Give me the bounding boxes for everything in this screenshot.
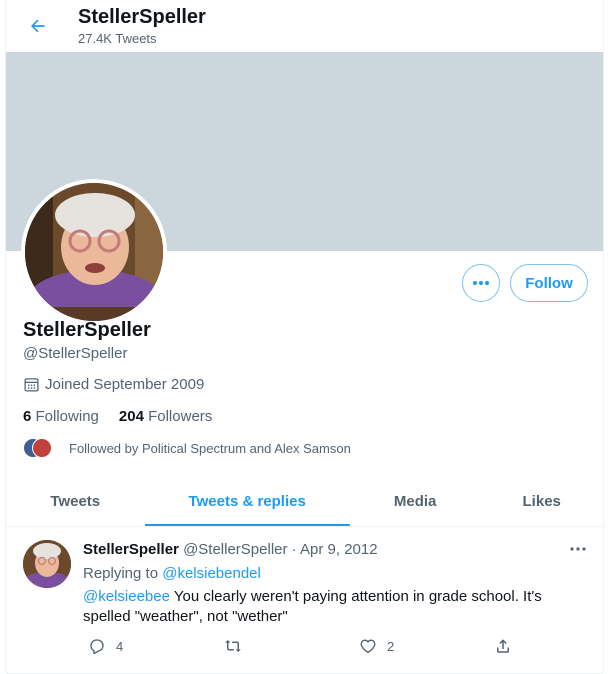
joined-text: Joined September 2009	[45, 376, 205, 393]
following-link[interactable]: 6 Following	[23, 408, 99, 425]
tweet[interactable]: StellerSpeller @StellerSpeller · Apr 9, …	[6, 527, 603, 674]
joined-date: Joined September 2009	[23, 376, 204, 393]
more-icon	[473, 281, 489, 285]
tweet-actions: 4 2	[83, 637, 533, 659]
following-label: Following	[35, 408, 99, 425]
tweet-text: @kelsieebee You clearly weren't paying a…	[83, 587, 583, 627]
like-button[interactable]: 2	[359, 637, 394, 655]
replying-to-link[interactable]: @kelsiebendel	[162, 565, 261, 582]
share-icon	[497, 639, 509, 653]
followers-count: 204	[118, 408, 144, 425]
tab-media[interactable]: Media	[350, 476, 481, 526]
calendar-icon	[24, 378, 39, 392]
back-button[interactable]	[22, 10, 54, 42]
replying-prefix: Replying to	[83, 565, 159, 582]
retweet-button[interactable]	[223, 637, 243, 655]
following-count: 6	[23, 408, 32, 425]
profile-handle: @StellerSpeller	[23, 345, 128, 362]
tweet-count: 27.4K Tweets	[78, 31, 157, 46]
profile-page: StellerSpeller 27.4K Tweets Follow Stell…	[5, 0, 604, 674]
followers-link[interactable]: 204 Followers	[119, 408, 212, 425]
tweet-author-name[interactable]: StellerSpeller	[83, 541, 179, 558]
share-button[interactable]	[494, 637, 512, 655]
profile-name: StellerSpeller	[23, 319, 151, 341]
tweet-mention[interactable]: @kelsieebee	[83, 588, 170, 605]
tweet-more-button[interactable]	[566, 539, 590, 559]
follow-button[interactable]: Follow	[510, 264, 588, 302]
followed-by[interactable]: Followed by Political Spectrum and Alex …	[23, 438, 351, 458]
like-icon	[360, 639, 376, 654]
like-count: 2	[387, 638, 395, 654]
back-arrow-icon	[31, 19, 45, 33]
retweet-icon	[225, 640, 241, 652]
reply-icon	[90, 639, 104, 655]
tweet-avatar[interactable]	[23, 540, 71, 588]
tab-tweets[interactable]: Tweets	[6, 476, 145, 526]
follow-stats: 6 Following 204 Followers	[23, 408, 212, 425]
profile-tabs: Tweets Tweets & replies Media Likes	[6, 476, 603, 527]
profile-avatar[interactable]	[21, 179, 167, 325]
profile-header: StellerSpeller 27.4K Tweets	[6, 0, 603, 52]
replying-to: Replying to @kelsiebendel	[83, 565, 261, 582]
tab-likes[interactable]: Likes	[480, 476, 603, 526]
header-title: StellerSpeller	[78, 6, 206, 28]
reply-button[interactable]: 4	[88, 637, 123, 655]
more-options-button[interactable]	[462, 264, 500, 302]
reply-count: 4	[116, 638, 124, 654]
tweet-header: StellerSpeller @StellerSpeller · Apr 9, …	[83, 541, 378, 558]
followed-by-text: Followed by Political Spectrum and Alex …	[69, 440, 351, 456]
followers-label: Followers	[148, 408, 213, 425]
tweet-meta[interactable]: @StellerSpeller · Apr 9, 2012	[183, 541, 378, 558]
tab-tweets-replies[interactable]: Tweets & replies	[144, 476, 351, 526]
followed-by-avatars	[23, 438, 52, 458]
more-icon	[570, 547, 586, 551]
